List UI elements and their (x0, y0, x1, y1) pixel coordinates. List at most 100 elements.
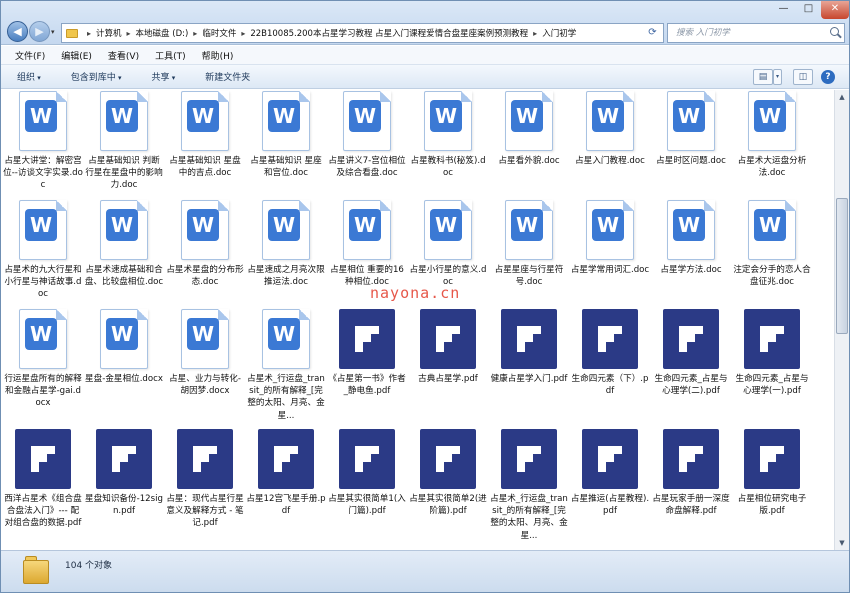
menu-tools[interactable]: 工具(T) (155, 49, 186, 62)
word-doc-icon: W (181, 200, 229, 260)
file-item[interactable]: W 占星看外貌.doc (489, 91, 569, 167)
recent-pages-icon[interactable]: ▾ (51, 28, 55, 36)
file-item[interactable]: 占星其实很简单1(入门篇).pdf (327, 429, 407, 517)
file-item[interactable]: W 占星时区问题.doc (651, 91, 731, 167)
folder-icon (23, 554, 49, 584)
menu-view[interactable]: 查看(V) (108, 49, 139, 62)
crumb-drive[interactable]: 本地磁盘 (D:) (136, 27, 189, 39)
file-item[interactable]: W 占星术_行运盘_transit_的所有解释_[完整的太阳、月亮、金星... (246, 309, 326, 422)
word-doc-icon: W (100, 200, 148, 260)
file-item[interactable]: W 占星小行星的意义.doc (408, 200, 488, 288)
file-item[interactable]: 生命四元素_占星与心理学(一).pdf (732, 309, 812, 397)
file-item[interactable]: W 占星速成之月亮次限推运法.doc (246, 200, 326, 288)
search-input[interactable]: 搜索 入门初学 (667, 23, 845, 43)
file-name: 占星基础知识 星座和宫位.doc (250, 156, 322, 179)
file-item[interactable]: W 占星术星盘的分布形态.doc (165, 200, 245, 288)
include-in-library-button[interactable]: 包含到库中 (71, 70, 122, 83)
new-folder-button[interactable]: 新建文件夹 (205, 70, 250, 83)
file-item[interactable]: 占星玩家手册一深度命盘解释.pdf (651, 429, 731, 517)
word-letter: W (187, 318, 219, 350)
file-item[interactable]: 占星其实很简单2(进阶篇).pdf (408, 429, 488, 517)
crumb-computer[interactable]: 计算机 (96, 27, 122, 39)
view-menu-chevron-icon[interactable]: ▾ (773, 69, 782, 85)
crumb-course[interactable]: 22B10085.200本占星学习教程 占星入门课程爱情合盘星座案例预测教程 (250, 27, 528, 39)
file-name: 健康占星学入门.pdf (490, 374, 568, 384)
file-item[interactable]: 生命四元素_占星与心理学(二).pdf (651, 309, 731, 397)
organize-button[interactable]: 组织 (17, 70, 41, 83)
file-item[interactable]: W 占星学方法.doc (651, 200, 731, 276)
maximize-button[interactable]: □ (796, 1, 821, 19)
file-item[interactable]: 西洋占星术《组合盘合盘法入门》--- 配对组合盘的数据.pdf (3, 429, 83, 530)
pdf-icon (15, 429, 71, 489)
file-item[interactable]: W 占星术大运盘分析法.doc (732, 91, 812, 179)
menu-edit[interactable]: 编辑(E) (61, 49, 92, 62)
crumb-current[interactable]: 入门初学 (542, 27, 576, 39)
file-item[interactable]: W 占星相位 重要的16种相位.doc (327, 200, 407, 288)
file-item[interactable]: 健康占星学入门.pdf (489, 309, 569, 385)
file-item[interactable]: W 注定会分手的恋人合盘征兆.doc (732, 200, 812, 288)
file-item[interactable]: W 星盘-金星相位.docx (84, 309, 164, 385)
word-letter: W (349, 100, 381, 132)
file-item[interactable]: 占星12宫飞星手册.pdf (246, 429, 326, 517)
pdf-icon (420, 429, 476, 489)
item-count: 104 个对象 (65, 561, 113, 571)
word-doc-icon: W (100, 309, 148, 369)
file-name: 《占星第一书》作者_静电鱼.pdf (328, 374, 406, 397)
minimize-button[interactable]: — (771, 1, 796, 19)
address-bar-area: — □ ✕ ◀ ▶ ▾ ▸ 计算机 ▸ 本地磁盘 (D:) ▸ 临时文件 ▸ 2… (1, 1, 849, 45)
word-letter: W (430, 209, 462, 241)
view-options-icon[interactable]: ▤ (753, 69, 773, 85)
file-item[interactable]: W 占星入门教程.doc (570, 91, 650, 167)
file-item[interactable]: W 占星术的九大行星和小行星与神话故事.doc (3, 200, 83, 301)
file-item[interactable]: 占星推运(占星教程).pdf (570, 429, 650, 517)
file-item[interactable]: 《占星第一书》作者_静电鱼.pdf (327, 309, 407, 397)
refresh-button[interactable]: ⟳ (642, 23, 664, 43)
word-letter: W (673, 100, 705, 132)
file-item[interactable]: W 占星大讲堂：解密宫位--访谈文字实录.doc (3, 91, 83, 192)
close-button[interactable]: ✕ (821, 1, 849, 19)
file-name: 星盘-金星相位.docx (85, 374, 163, 384)
file-item[interactable]: W 占星讲义7-宫位相位及综合看盘.doc (327, 91, 407, 179)
file-item[interactable]: W 占星、业力与转化-胡因梦.docx (165, 309, 245, 397)
breadcrumb[interactable]: ▸ 计算机 ▸ 本地磁盘 (D:) ▸ 临时文件 ▸ 22B10085.200本… (61, 23, 661, 43)
file-name: 占星相位研究电子版.pdf (737, 494, 807, 517)
search-placeholder: 搜索 入门初学 (676, 28, 730, 38)
menu-help[interactable]: 帮助(H) (202, 49, 234, 62)
menu-file[interactable]: 文件(F) (15, 49, 45, 62)
back-button[interactable]: ◀ (7, 21, 28, 42)
file-grid: W 占星大讲堂：解密宫位--访谈文字实录.doc W 占星基础知识 判断行星在星盘中的… (2, 90, 834, 550)
file-item[interactable]: 占星相位研究电子版.pdf (732, 429, 812, 517)
scrollbar-thumb[interactable] (836, 198, 848, 334)
file-item[interactable]: 古典占星学.pdf (408, 309, 488, 385)
crumb-temp[interactable]: 临时文件 (202, 27, 236, 39)
file-item[interactable]: W 占星学常用词汇.doc (570, 200, 650, 276)
file-item[interactable]: W 占星基础知识 星盘中的吉点.doc (165, 91, 245, 179)
word-letter: W (187, 100, 219, 132)
file-item[interactable]: 星盘知识备份-12sign.pdf (84, 429, 164, 517)
file-item[interactable]: W 占星术速成基础和合盘、比较盘相位.doc (84, 200, 164, 288)
vertical-scrollbar[interactable]: ▲ ▼ (834, 90, 849, 550)
share-button[interactable]: 共享 (152, 70, 176, 83)
word-letter: W (349, 209, 381, 241)
word-doc-icon: W (262, 200, 310, 260)
preview-pane-icon[interactable]: ◫ (793, 69, 813, 85)
file-name: 占星术大运盘分析法.doc (737, 156, 807, 179)
word-letter: W (106, 318, 138, 350)
file-item[interactable]: 占星：现代占星行星意义及解释方式 - 笔记.pdf (165, 429, 245, 530)
word-letter: W (268, 100, 300, 132)
scroll-down-icon[interactable]: ▼ (836, 536, 848, 550)
file-item[interactable]: W 占星星座与行星符号.doc (489, 200, 569, 288)
file-item[interactable]: 生命四元素（下）.pdf (570, 309, 650, 397)
file-item[interactable]: W 行运星盘所有的解释和金融占星学-gai.docx (3, 309, 83, 410)
file-item[interactable]: W 占星基础知识 判断行星在星盘中的影响力.doc (84, 91, 164, 192)
file-item[interactable]: 占星术_行运盘_transit_的所有解释_[完整的太阳、月亮、金星... (489, 429, 569, 542)
file-name: 占星大讲堂：解密宫位--访谈文字实录.doc (3, 156, 83, 191)
file-item[interactable]: W 占星基础知识 星座和宫位.doc (246, 91, 326, 179)
file-name: 注定会分手的恋人合盘征兆.doc (733, 265, 811, 288)
file-item[interactable]: W 占星教科书(秘笈).doc (408, 91, 488, 179)
word-letter: W (592, 100, 624, 132)
file-name: 生命四元素_占星与心理学(一).pdf (735, 374, 809, 397)
scroll-up-icon[interactable]: ▲ (836, 90, 848, 104)
forward-button[interactable]: ▶ (29, 21, 50, 42)
help-icon[interactable]: ? (821, 70, 835, 84)
